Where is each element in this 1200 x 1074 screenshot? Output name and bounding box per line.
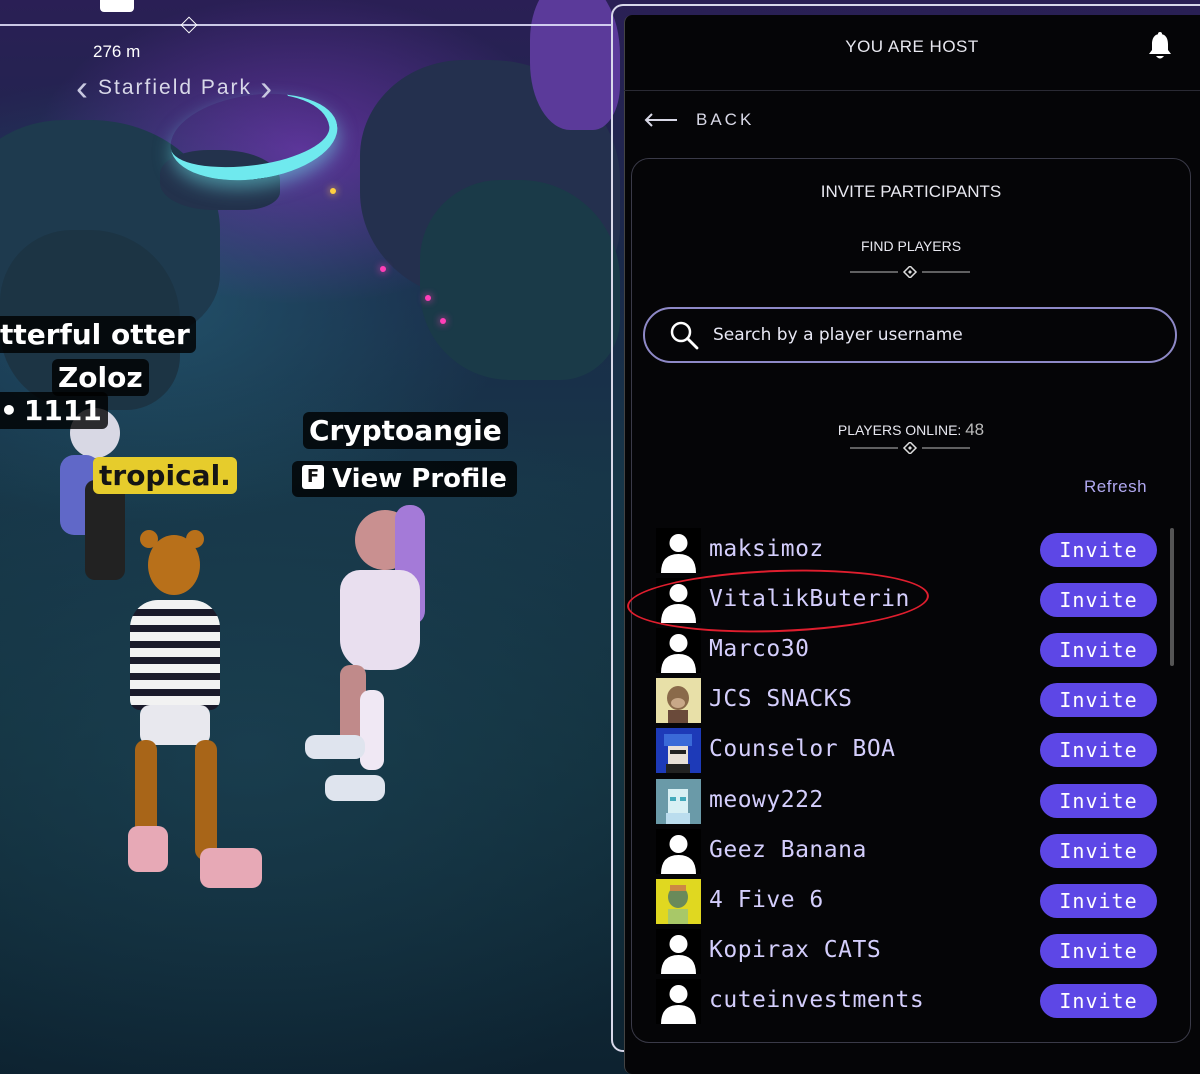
glow-dot [330, 188, 336, 194]
back-button[interactable]: BACK [644, 110, 754, 130]
player-row: Marco30 Invite [656, 628, 1161, 674]
players-online-count: 48 [965, 420, 985, 439]
invite-button[interactable]: Invite [1040, 533, 1157, 567]
player-avatar [656, 678, 701, 723]
glow-dot [380, 266, 386, 272]
nametag-1111[interactable]: • 1111 [0, 392, 108, 429]
invite-button[interactable]: Invite [1040, 583, 1157, 617]
nametag-cryptoangie[interactable]: Cryptoangie [303, 412, 508, 449]
host-label: YOU ARE HOST [845, 37, 979, 56]
player-row: Kopirax CATS Invite [656, 929, 1161, 975]
player-row: JCS SNACKS Invite [656, 678, 1161, 724]
invite-button[interactable]: Invite [1040, 834, 1157, 868]
rock [420, 180, 620, 380]
chevron-right-icon[interactable]: › [260, 70, 274, 106]
glow-dot [425, 295, 431, 301]
player-row: 4 Five 6 Invite [656, 879, 1161, 925]
chevron-left-icon[interactable]: ‹ [76, 70, 90, 106]
player-row: cuteinvestments Invite [656, 979, 1161, 1025]
nametag-zoloz[interactable]: Zoloz [52, 359, 149, 396]
scrollbar[interactable] [1170, 528, 1174, 666]
player-row: Counselor BOA Invite [656, 728, 1161, 774]
find-players-heading: FIND PLAYERS [860, 238, 962, 254]
player-row: Geez Banana Invite [656, 829, 1161, 875]
player-search[interactable] [643, 307, 1177, 363]
crystal [530, 0, 620, 130]
player-row: meowy222 Invite [656, 779, 1161, 825]
player-row: maksimoz Invite [656, 528, 1161, 574]
search-icon [670, 321, 699, 350]
distance-readout: 276 m [93, 42, 141, 61]
search-input[interactable] [711, 324, 1135, 346]
player-avatar [656, 528, 701, 573]
player-name[interactable]: 4 Five 6 [709, 887, 824, 913]
invite-button[interactable]: Invite [1040, 984, 1157, 1018]
player-name[interactable]: Counselor BOA [709, 736, 896, 762]
f-key-icon: F [302, 464, 324, 489]
players-online-label: PLAYERS ONLINE: [837, 422, 962, 438]
arrow-left-icon [644, 113, 677, 127]
location-selector[interactable]: ‹ Starfield Park › [76, 70, 274, 106]
invite-button[interactable]: Invite [1040, 733, 1157, 767]
invite-button[interactable]: Invite [1040, 784, 1157, 818]
player-name[interactable]: cuteinvestments [709, 987, 924, 1013]
bell-icon[interactable] [1147, 32, 1173, 64]
view-profile-prompt[interactable]: F View Profile [292, 461, 517, 497]
player-name[interactable]: Marco30 [709, 636, 809, 662]
invite-button[interactable]: Invite [1040, 633, 1157, 667]
player-avatar [656, 929, 701, 974]
invite-button[interactable]: Invite [1040, 884, 1157, 918]
player-avatar [656, 779, 701, 824]
nametag-1111-text: 1111 [23, 394, 102, 427]
ornament-divider [850, 266, 970, 278]
nametag-tropical[interactable]: tropical. [93, 457, 237, 494]
view-profile-label: View Profile [332, 464, 507, 494]
player-avatar [656, 728, 701, 773]
players-online: PLAYERS ONLINE: 48 [631, 420, 1191, 440]
invite-button[interactable]: Invite [1040, 934, 1157, 968]
panel-header: YOU ARE HOST [624, 15, 1200, 91]
compass-icon [100, 0, 134, 12]
player-avatar [656, 628, 701, 673]
back-label: BACK [696, 110, 755, 129]
glow-dot [440, 318, 446, 324]
player-avatar [656, 879, 701, 924]
player-name[interactable]: meowy222 [709, 787, 824, 813]
player-name[interactable]: Geez Banana [709, 837, 867, 863]
invite-button[interactable]: Invite [1040, 683, 1157, 717]
location-name: Starfield Park [98, 76, 253, 99]
player-avatar [656, 829, 701, 874]
invite-participants-title: INVITE PARTICIPANTS [820, 182, 1002, 201]
compass-line [0, 24, 612, 26]
ornament-divider [850, 442, 970, 454]
player-name[interactable]: Kopirax CATS [709, 937, 881, 963]
nametag-otter[interactable]: tterful otter [0, 316, 196, 353]
player-name[interactable]: maksimoz [709, 536, 824, 562]
compass-marker-icon [180, 16, 198, 34]
player-name[interactable]: JCS SNACKS [709, 686, 852, 712]
refresh-button[interactable]: Refresh [1084, 477, 1147, 497]
player-avatar [656, 979, 701, 1024]
